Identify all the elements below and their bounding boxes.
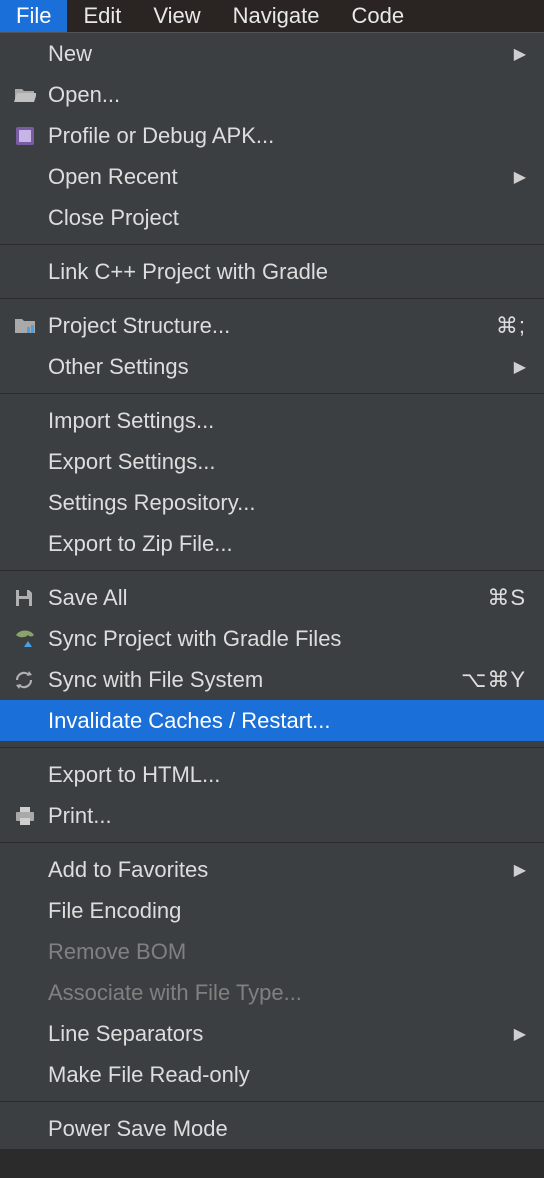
submenu-arrow-icon: ▶ xyxy=(514,357,526,377)
print-icon xyxy=(14,806,48,826)
item-label: Invalidate Caches / Restart... xyxy=(48,708,330,734)
item-label: Associate with File Type... xyxy=(48,980,302,1006)
item-line-separators[interactable]: Line Separators ▶ xyxy=(0,1013,544,1054)
sync-gradle-icon xyxy=(14,629,48,649)
item-label: New xyxy=(48,41,92,67)
item-settings-repository[interactable]: Settings Repository... xyxy=(0,482,544,523)
folder-open-icon xyxy=(14,86,48,104)
item-label: Project Structure... xyxy=(48,313,230,339)
item-label: Save All xyxy=(48,585,128,611)
submenu-arrow-icon: ▶ xyxy=(514,167,526,187)
item-sync-filesystem[interactable]: Sync with File System ⌥⌘Y xyxy=(0,659,544,700)
separator xyxy=(0,747,544,748)
item-label: Add to Favorites xyxy=(48,857,208,883)
separator xyxy=(0,244,544,245)
menu-file[interactable]: File xyxy=(0,0,67,32)
item-export-settings[interactable]: Export Settings... xyxy=(0,441,544,482)
shortcut: ⌥⌘Y xyxy=(461,667,526,693)
save-icon xyxy=(14,588,48,608)
refresh-icon xyxy=(14,670,48,690)
item-export-zip[interactable]: Export to Zip File... xyxy=(0,523,544,564)
menu-edit[interactable]: Edit xyxy=(67,0,137,32)
separator xyxy=(0,570,544,571)
item-invalidate-caches[interactable]: Invalidate Caches / Restart... xyxy=(0,700,544,741)
apk-profile-icon xyxy=(14,125,48,147)
separator xyxy=(0,393,544,394)
item-make-readonly[interactable]: Make File Read-only xyxy=(0,1054,544,1095)
item-save-all[interactable]: Save All ⌘S xyxy=(0,577,544,618)
separator xyxy=(0,842,544,843)
separator xyxy=(0,1101,544,1102)
menu-navigate[interactable]: Navigate xyxy=(217,0,336,32)
submenu-arrow-icon: ▶ xyxy=(514,1024,526,1044)
item-close-project[interactable]: Close Project xyxy=(0,197,544,238)
item-label: Other Settings xyxy=(48,354,189,380)
item-label: Link C++ Project with Gradle xyxy=(48,259,328,285)
item-label: Open Recent xyxy=(48,164,178,190)
separator xyxy=(0,298,544,299)
shortcut: ⌘S xyxy=(487,585,526,611)
submenu-arrow-icon: ▶ xyxy=(514,44,526,64)
item-label: Sync Project with Gradle Files xyxy=(48,626,341,652)
item-profile-apk[interactable]: Profile or Debug APK... xyxy=(0,115,544,156)
item-label: Open... xyxy=(48,82,120,108)
shortcut: ⌘; xyxy=(496,313,526,339)
item-open-recent[interactable]: Open Recent ▶ xyxy=(0,156,544,197)
item-remove-bom: Remove BOM xyxy=(0,931,544,972)
item-file-encoding[interactable]: File Encoding xyxy=(0,890,544,931)
project-structure-icon xyxy=(14,317,48,335)
item-label: Export to Zip File... xyxy=(48,531,233,557)
menubar: File Edit View Navigate Code xyxy=(0,0,544,32)
item-open[interactable]: Open... xyxy=(0,74,544,115)
item-link-cpp[interactable]: Link C++ Project with Gradle xyxy=(0,251,544,292)
item-print[interactable]: Print... xyxy=(0,795,544,836)
item-export-html[interactable]: Export to HTML... xyxy=(0,754,544,795)
item-associate-file-type: Associate with File Type... xyxy=(0,972,544,1013)
item-label: Close Project xyxy=(48,205,179,231)
item-add-favorites[interactable]: Add to Favorites ▶ xyxy=(0,849,544,890)
item-label: Sync with File System xyxy=(48,667,263,693)
item-power-save[interactable]: Power Save Mode xyxy=(0,1108,544,1149)
menu-view[interactable]: View xyxy=(137,0,216,32)
item-sync-gradle[interactable]: Sync Project with Gradle Files xyxy=(0,618,544,659)
item-project-structure[interactable]: Project Structure... ⌘; xyxy=(0,305,544,346)
item-label: Power Save Mode xyxy=(48,1116,228,1142)
item-label: Settings Repository... xyxy=(48,490,255,516)
item-new[interactable]: New ▶ xyxy=(0,33,544,74)
submenu-arrow-icon: ▶ xyxy=(514,860,526,880)
item-label: Export to HTML... xyxy=(48,762,220,788)
item-label: Remove BOM xyxy=(48,939,186,965)
item-label: Import Settings... xyxy=(48,408,214,434)
item-label: Line Separators xyxy=(48,1021,203,1047)
menu-code[interactable]: Code xyxy=(336,0,421,32)
item-other-settings[interactable]: Other Settings ▶ xyxy=(0,346,544,387)
file-dropdown: New ▶ Open... Profile or Debug APK... Op… xyxy=(0,32,544,1149)
item-label: Export Settings... xyxy=(48,449,216,475)
item-import-settings[interactable]: Import Settings... xyxy=(0,400,544,441)
item-label: Profile or Debug APK... xyxy=(48,123,274,149)
item-label: Print... xyxy=(48,803,112,829)
item-label: Make File Read-only xyxy=(48,1062,250,1088)
item-label: File Encoding xyxy=(48,898,181,924)
